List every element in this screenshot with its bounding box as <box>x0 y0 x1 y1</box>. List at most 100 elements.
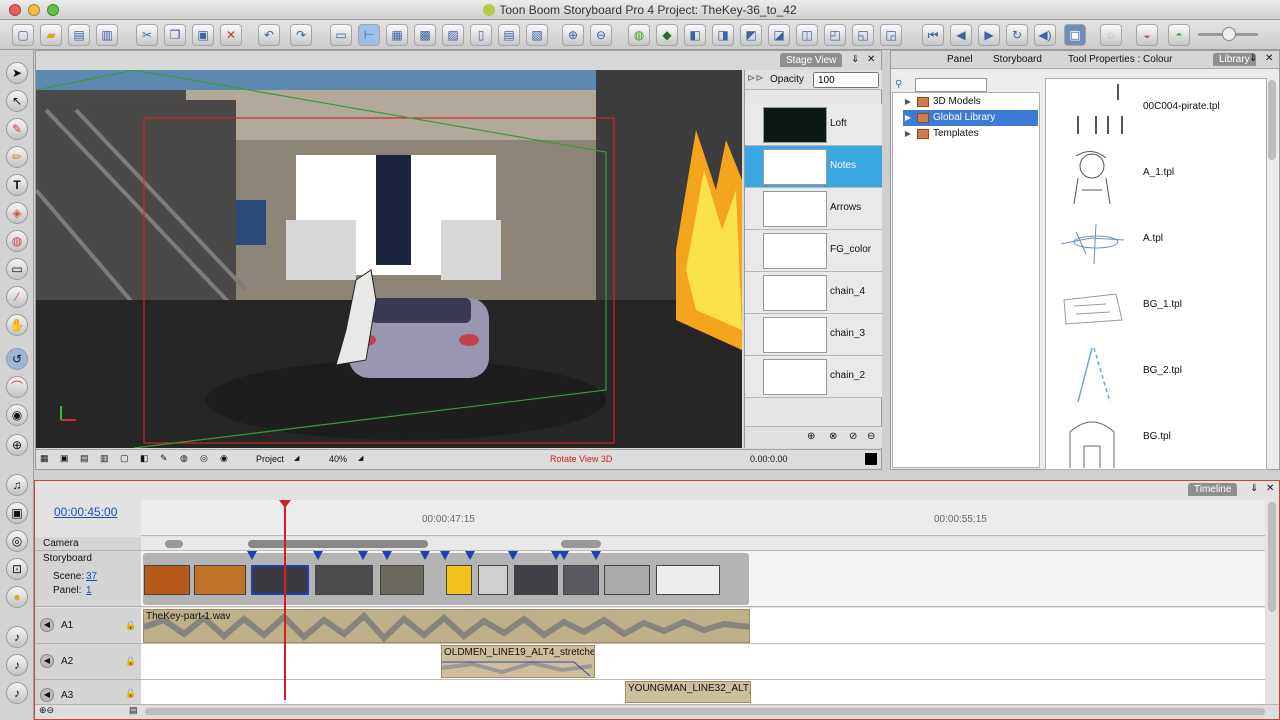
frame-icon[interactable]: ▤ <box>80 453 89 464</box>
show-camera-icon[interactable]: ▢ <box>120 453 129 464</box>
reset-pan-icon[interactable]: ◉ <box>220 453 228 464</box>
panel-thumbnail[interactable] <box>446 565 472 595</box>
scene-marker[interactable] <box>559 551 569 560</box>
lock-track-icon[interactable]: ⊡ <box>6 558 28 580</box>
grid-icon[interactable]: ▦ <box>386 24 408 46</box>
tree-item-global-library[interactable]: ▶ Global Library <box>903 110 1038 126</box>
lock-icon[interactable]: 🔒 <box>125 688 136 699</box>
previous-frame-icon[interactable]: ◀ <box>950 24 972 46</box>
playhead-handle[interactable] <box>279 500 291 508</box>
insert-scene-icon[interactable]: ▧ <box>526 24 548 46</box>
zoom-out-icon[interactable]: ⊖ <box>590 24 612 46</box>
layer-tool-2-icon[interactable]: ◨ <box>712 24 734 46</box>
reset-view-icon[interactable]: ◍ <box>180 453 188 464</box>
playhead[interactable] <box>284 500 286 700</box>
cut-icon[interactable]: ✂ <box>136 24 158 46</box>
audio-clip[interactable]: TheKey-part-1.wav <box>143 609 750 643</box>
light-icon[interactable]: ● <box>6 586 28 608</box>
rectangle-tool-icon[interactable]: ▭ <box>6 258 28 280</box>
grid-toggle-icon[interactable]: ▦ <box>40 453 49 464</box>
timeline-options-icon[interactable]: ▤ <box>129 705 138 716</box>
panel-thumbnail[interactable] <box>478 565 508 595</box>
speaker-icon[interactable]: ◀ <box>40 618 54 632</box>
save-as-icon[interactable]: ▥ <box>96 24 118 46</box>
crosshair-tool-icon[interactable]: ⊕ <box>6 434 28 456</box>
brush-tool-icon[interactable]: ✎ <box>6 118 28 140</box>
lock-icon[interactable]: 🔒 <box>125 620 136 631</box>
3d-model-icon[interactable]: ◆ <box>656 24 678 46</box>
scene-number-link[interactable]: 37 <box>86 571 97 582</box>
scene-marker[interactable] <box>382 551 392 560</box>
panel-number-link[interactable]: 1 <box>86 585 92 596</box>
globe-icon[interactable]: ◍ <box>628 24 650 46</box>
zoom-dropdown-icon[interactable]: ◢ <box>358 454 363 462</box>
layer-tool-8-icon[interactable]: ◲ <box>880 24 902 46</box>
scene-icon[interactable]: ▤ <box>498 24 520 46</box>
layer-tool-1-icon[interactable]: ◧ <box>684 24 706 46</box>
undo-icon[interactable]: ↶ <box>258 24 280 46</box>
insert-panel-icon[interactable]: ⊢ <box>358 24 380 46</box>
library-scrollbar[interactable] <box>1268 80 1276 160</box>
close-panel-icon[interactable]: ✕ <box>867 52 875 67</box>
delete-icon[interactable]: ✕ <box>220 24 242 46</box>
camera-path-tool-icon[interactable]: ⌒ <box>6 376 28 398</box>
open-project-icon[interactable]: ▰ <box>40 24 62 46</box>
library-close-icon[interactable]: ✕ <box>1265 53 1273 64</box>
play-icon[interactable]: ▶ <box>978 24 1000 46</box>
panel-thumbnail[interactable] <box>315 565 373 595</box>
scene-marker[interactable] <box>440 551 450 560</box>
join-panel-icon[interactable]: ▨ <box>442 24 464 46</box>
layer-tool-7-icon[interactable]: ◱ <box>852 24 874 46</box>
tab-timeline[interactable]: Timeline <box>1188 483 1238 496</box>
scene-marker[interactable] <box>420 551 430 560</box>
safe-area-icon[interactable]: ▣ <box>60 453 69 464</box>
template-item[interactable]: A.tpl <box>1046 211 1266 277</box>
layer-item[interactable]: Loft <box>745 104 882 146</box>
select-tool-icon[interactable]: ➤ <box>6 62 28 84</box>
panel-thumbnail[interactable] <box>144 565 190 595</box>
smart-layer-icon[interactable]: ▯ <box>470 24 492 46</box>
template-item[interactable]: BG_2.tpl <box>1046 343 1266 409</box>
expand-arrow-icon[interactable]: ▶ <box>903 110 913 126</box>
scene-marker[interactable] <box>508 551 518 560</box>
pencil-tool-icon[interactable]: ✏ <box>6 146 28 168</box>
camera-view-icon[interactable]: ▣ <box>1064 24 1086 46</box>
stage-viewport[interactable] <box>36 70 742 448</box>
tab-storyboard[interactable]: Storyboard <box>993 54 1042 65</box>
audio-track[interactable] <box>141 644 1265 680</box>
colour-icon[interactable]: ◓ <box>1168 24 1190 46</box>
opacity-input[interactable] <box>813 72 879 88</box>
tree-item-3d-models[interactable]: ▶ 3D Models <box>903 94 1038 110</box>
audio-icon[interactable]: ♫ <box>6 474 28 496</box>
template-item[interactable]: BG.tpl <box>1046 409 1266 469</box>
new-project-icon[interactable]: ▢ <box>12 24 34 46</box>
zoom-select[interactable]: 40% <box>329 454 347 464</box>
layer-tool-4-icon[interactable]: ◪ <box>768 24 790 46</box>
panel-thumbnail[interactable] <box>656 565 720 595</box>
layer-item[interactable]: Notes <box>745 146 882 188</box>
layer-item[interactable]: chain_4 <box>745 272 882 314</box>
template-item[interactable]: 00C004-pirate.tpl <box>1046 79 1266 145</box>
scene-marker[interactable] <box>591 551 601 560</box>
field-guide-icon[interactable]: ◧ <box>140 453 149 464</box>
layer-item[interactable]: chain_2 <box>745 356 882 398</box>
dropper-tool-icon[interactable]: ⁄ <box>6 286 28 308</box>
sound-icon[interactable]: ◀) <box>1034 24 1056 46</box>
timeline-vertical-scrollbar[interactable] <box>1268 502 1276 612</box>
library-menu-icon[interactable]: ⇓ <box>1249 53 1257 64</box>
add-vector-layer-icon[interactable]: ⊗ <box>829 431 837 442</box>
camera-move[interactable] <box>248 540 428 548</box>
scene-marker[interactable] <box>247 551 257 560</box>
audio-record-3-icon[interactable]: ♪ <box>6 682 28 704</box>
expand-arrow-icon[interactable]: ▶ <box>903 94 913 110</box>
lock-icon[interactable]: 🔒 <box>125 656 136 667</box>
panel-menu-icon[interactable]: ⇓ <box>851 52 859 67</box>
previous-panel-icon[interactable]: ⏮ <box>922 24 944 46</box>
panel-thumbnail[interactable] <box>563 565 599 595</box>
tab-tool-properties[interactable]: Tool Properties : Colour <box>1068 54 1173 65</box>
horizontal-scrollbar[interactable] <box>145 708 1265 715</box>
camera-move[interactable] <box>561 540 601 548</box>
scene-marker[interactable] <box>358 551 368 560</box>
tab-stage-view[interactable]: Stage View <box>780 53 843 67</box>
eraser-tool-icon[interactable]: ◈ <box>6 202 28 224</box>
